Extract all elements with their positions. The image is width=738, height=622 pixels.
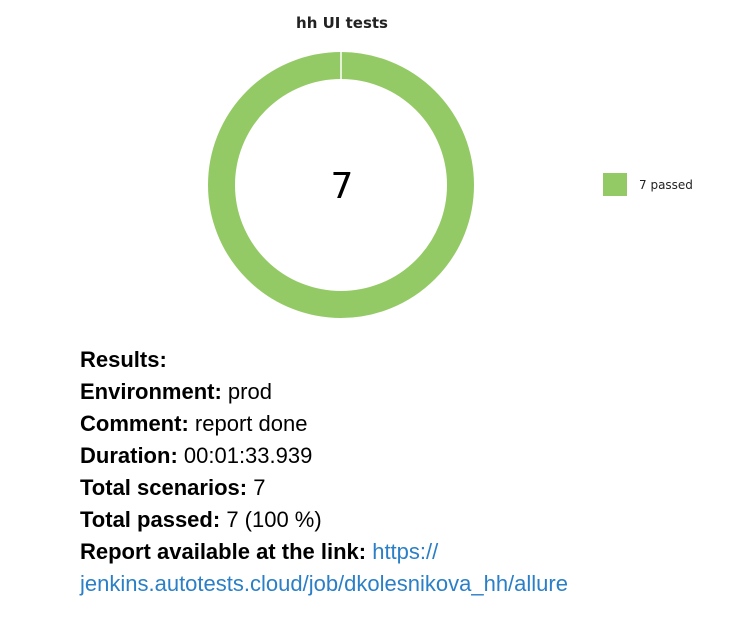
total-passed-value: 7 (100 %) (226, 507, 322, 532)
center-total-label: 7 (331, 166, 354, 207)
total-scenarios-label: Total scenarios: (80, 475, 248, 500)
environment-value: prod (227, 379, 272, 404)
report-link-part-2[interactable]: jenkins.autotests.cloud/job/dkolesnikova… (80, 571, 568, 596)
report-link-part-1[interactable]: https:// (372, 539, 438, 564)
duration-value: 00:01:33.939 (183, 443, 313, 468)
results-heading: Results: (80, 347, 167, 372)
total-scenarios-value: 7 (253, 475, 266, 500)
legend: 7 passed (603, 173, 693, 196)
report-label: Report available at the link: (80, 539, 367, 564)
duration-label: Duration: (80, 443, 178, 468)
comment-label: Comment: (80, 411, 189, 436)
legend-swatch-passed (603, 173, 627, 196)
comment-value: report done (194, 411, 308, 436)
results-summary: Results: Environment: prod Comment: repo… (80, 344, 568, 600)
legend-label-passed: 7 passed (639, 177, 693, 192)
donut-chart: 7 (208, 52, 474, 318)
environment-label: Environment: (80, 379, 222, 404)
total-passed-label: Total passed: (80, 507, 221, 532)
